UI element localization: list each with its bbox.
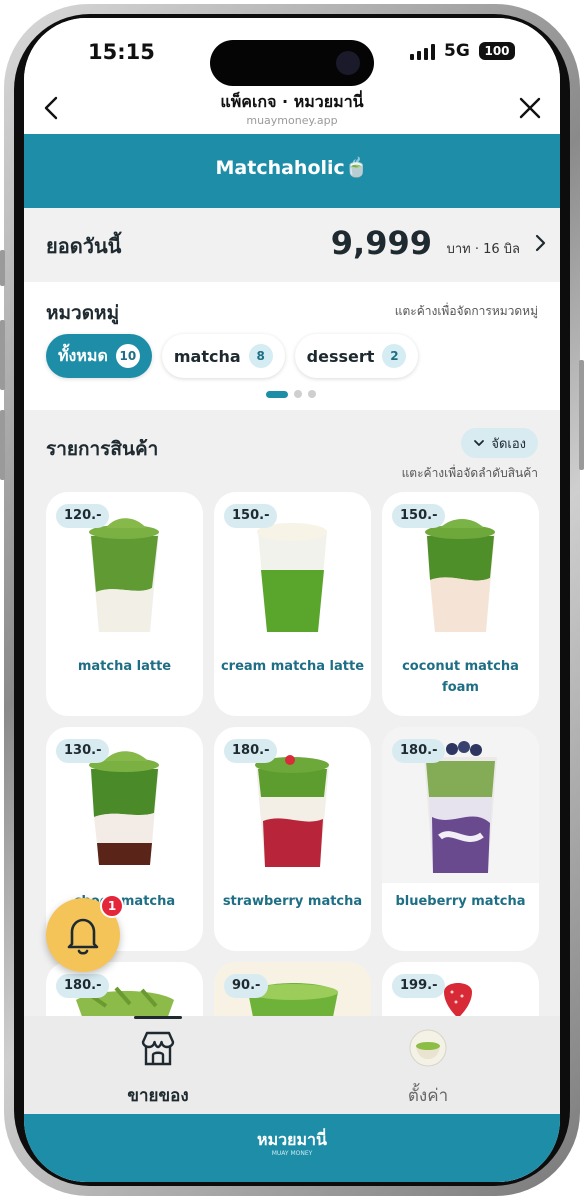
category-chip-all[interactable]: ทั้งหมด 10 (46, 334, 152, 378)
action-button (0, 250, 5, 286)
footer-sub: MUAY MONEY (271, 1150, 313, 1157)
product-card[interactable]: 120.- matcha latte (46, 492, 203, 716)
screen: 15:15 5G 100 แพ็คเกจ · หมวยมานี่ muaymon… (24, 18, 560, 1182)
browser-url: muaymoney.app (246, 114, 338, 127)
battery-icon: 100 (479, 42, 515, 60)
product-price: 130.- (56, 739, 110, 763)
close-button[interactable] (514, 92, 546, 124)
product-price: 199.- (392, 974, 446, 998)
product-name: cream matcha latte (220, 659, 365, 674)
tab-sell[interactable]: ขายของ (78, 1028, 238, 1109)
product-name: coconut matcha foam (402, 659, 519, 695)
status-time: 15:15 (88, 40, 155, 64)
category-chip-label: ทั้งหมด (58, 345, 108, 365)
shop-name: Matchaholic🍵 (215, 157, 369, 179)
page-dot (294, 390, 302, 398)
browser-bar: แพ็คเกจ · หมวยมานี่ muaymoney.app (24, 86, 560, 134)
product-price: 150.- (392, 504, 446, 528)
tab-settings-label: ตั้งค่า (407, 1086, 449, 1106)
sort-label: จัดเอง (491, 436, 526, 452)
browser-title: แพ็คเกจ · หมวยมานี่ (220, 92, 364, 111)
category-chip-dessert[interactable]: dessert 2 (294, 334, 419, 378)
today-sales-amount: 9,999 (330, 224, 432, 262)
tab-settings[interactable]: ตั้งค่า (348, 1028, 508, 1109)
product-card[interactable]: 180.- strawberry matcha (214, 727, 371, 951)
product-name: blueberry matcha (395, 894, 526, 909)
network-label: 5G (444, 41, 470, 61)
shop-banner: Matchaholic🍵 (24, 134, 560, 208)
product-price: 150.- (224, 504, 278, 528)
bottom-tab-bar: ขายของ ตั้งค่า (24, 1016, 560, 1114)
product-card[interactable]: 150.- coconut matcha foam (382, 492, 539, 716)
dynamic-island (210, 40, 374, 86)
close-icon (519, 97, 541, 119)
store-icon (141, 1031, 175, 1066)
page-dot (266, 390, 288, 398)
product-card[interactable]: 150.- cream matcha latte (214, 492, 371, 716)
chevron-down-icon (474, 440, 485, 446)
footer: หมวยมานี่ MUAY MONEY (24, 1114, 560, 1182)
today-sales-card[interactable]: ยอดวันนี้ 9,999 บาท · 16 บิล (24, 208, 560, 282)
category-chip-count: 2 (382, 344, 407, 368)
product-price: 120.- (56, 504, 110, 528)
product-price: 180.- (56, 974, 110, 998)
category-chip-count: 10 (115, 344, 140, 368)
product-card[interactable]: 180.- blueberry matcha (382, 727, 539, 951)
page-dot (308, 390, 316, 398)
category-chip-label: matcha (173, 346, 241, 366)
product-name: strawberry matcha (222, 894, 363, 909)
product-list-hint: แตะค้างเพื่อจัดลำดับสินค้า (401, 466, 538, 480)
volume-down-button (0, 410, 5, 480)
product-price: 180.- (392, 739, 446, 763)
category-chip-count: 8 (248, 344, 273, 368)
signal-icon (410, 44, 435, 60)
category-title: หมวดหมู่ (46, 302, 120, 324)
status-bar: 15:15 5G 100 (24, 18, 560, 86)
today-sales-label: ยอดวันนี้ (46, 234, 122, 258)
category-chip-label: dessert (306, 346, 375, 366)
notification-badge: 1 (100, 894, 124, 918)
category-card: หมวดหมู่ แตะค้างเพื่อจัดการหมวดหมู่ ทั้ง… (24, 282, 560, 410)
chevron-right-icon (532, 232, 548, 254)
active-tab-indicator (134, 1016, 182, 1019)
category-hint: แตะค้างเพื่อจัดการหมวดหมู่ (394, 304, 538, 318)
product-name: matcha latte (77, 659, 172, 674)
tab-sell-label: ขายของ (127, 1086, 189, 1106)
camera-icon (336, 51, 360, 75)
today-sales-unit: บาท · 16 บิล (446, 242, 520, 257)
page-indicator (266, 390, 316, 398)
matcha-bowl-icon (409, 1029, 447, 1067)
sort-button[interactable]: จัดเอง (461, 428, 538, 458)
category-chips: ทั้งหมด 10 matcha 8 dessert 2 (46, 334, 419, 378)
category-chip-matcha[interactable]: matcha 8 (161, 334, 285, 378)
volume-up-button (0, 320, 5, 390)
power-button (579, 360, 584, 470)
product-list-title: รายการสินค้า (46, 438, 159, 460)
product-price: 180.- (224, 739, 278, 763)
product-price: 90.- (224, 974, 269, 998)
